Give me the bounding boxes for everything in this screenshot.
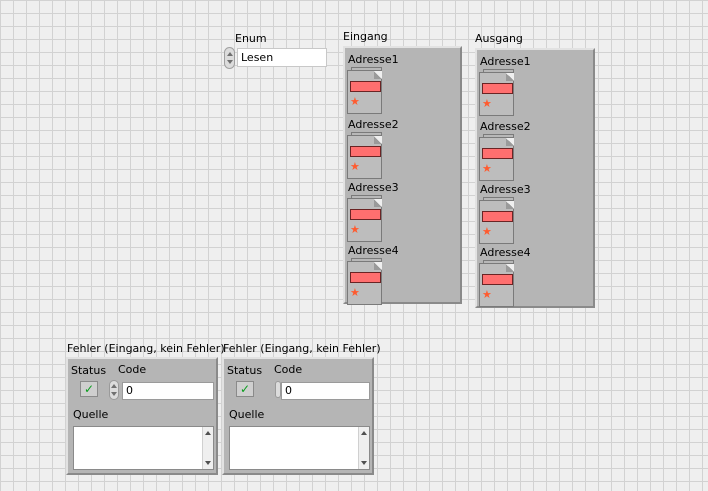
eingang-adresse4-array[interactable]: ★	[347, 258, 383, 306]
error-cluster-1-label: Fehler (Eingang, kein Fehler)	[67, 342, 225, 355]
source-scrollbar[interactable]	[202, 427, 213, 469]
source-textarea[interactable]	[73, 426, 214, 470]
ausgang-adresse2-led[interactable]	[482, 148, 513, 159]
scroll-up-icon	[361, 431, 367, 435]
eingang-adresse3-array[interactable]: ★	[347, 195, 383, 243]
code-input[interactable]: 0	[122, 382, 214, 400]
enum-increment-decrement[interactable]	[224, 47, 235, 69]
enum-selector[interactable]: Lesen	[237, 48, 327, 67]
status-checkbox[interactable]: ✓	[236, 381, 254, 397]
code-increment-decrement[interactable]	[109, 380, 119, 400]
status-checkbox[interactable]: ✓	[80, 381, 98, 397]
page-fold-icon	[506, 264, 514, 272]
arrow-down-icon	[227, 60, 233, 64]
error-cluster-2-label: Fehler (Eingang, kein Fehler)	[223, 342, 381, 355]
ausgang-adresse4-led[interactable]	[482, 274, 513, 285]
page-fold-icon	[506, 138, 514, 146]
page-fold-icon	[374, 136, 382, 144]
star-icon: ★	[482, 162, 492, 175]
eingang-adresse2-array[interactable]: ★	[347, 132, 383, 180]
code-label: Code	[118, 363, 147, 376]
page-fold-icon	[374, 71, 382, 79]
source-textarea[interactable]	[229, 426, 370, 470]
ausgang-adresse3-led[interactable]	[482, 211, 513, 222]
eingang-cluster: Adresse1 ★ Adresse2 ★ Adresse3 ★ Adresse…	[343, 46, 462, 306]
code-label: Code	[274, 363, 303, 376]
enum-label: Enum	[235, 32, 267, 45]
star-icon: ★	[482, 97, 492, 110]
arrow-up-icon	[111, 384, 117, 388]
checkmark-icon: ✓	[239, 382, 251, 396]
star-icon: ★	[482, 225, 492, 238]
eingang-adresse2-led[interactable]	[350, 146, 381, 157]
star-icon: ★	[350, 286, 360, 299]
eingang-adresse3-led[interactable]	[350, 209, 381, 220]
star-icon: ★	[350, 95, 360, 108]
ausgang-adresse3-label: Adresse3	[480, 183, 531, 196]
star-icon: ★	[350, 160, 360, 173]
status-label: Status	[227, 364, 263, 377]
ausgang-adresse4-array[interactable]: ★	[479, 260, 515, 308]
page-fold-icon	[374, 199, 382, 207]
scroll-up-icon	[205, 431, 211, 435]
eingang-adresse2-label: Adresse2	[348, 118, 399, 131]
source-scrollbar[interactable]	[358, 427, 369, 469]
eingang-adresse1-label: Adresse1	[348, 53, 399, 66]
error-cluster-2: Status ✓ Code 0 Quelle	[222, 357, 374, 475]
eingang-label: Eingang	[343, 30, 388, 43]
ausgang-adresse3-array[interactable]: ★	[479, 197, 515, 245]
star-icon: ★	[482, 288, 492, 301]
ausgang-adresse4-label: Adresse4	[480, 246, 531, 259]
source-label: Quelle	[229, 408, 265, 421]
eingang-adresse4-led[interactable]	[350, 272, 381, 283]
arrow-down-icon	[111, 392, 117, 396]
page-fold-icon	[506, 201, 514, 209]
ausgang-adresse1-array[interactable]: ★	[479, 69, 515, 117]
star-icon: ★	[350, 223, 360, 236]
source-label: Quelle	[73, 408, 109, 421]
scroll-down-icon	[205, 461, 211, 465]
eingang-adresse1-led[interactable]	[350, 81, 381, 92]
scroll-down-icon	[361, 461, 367, 465]
ausgang-adresse1-label: Adresse1	[480, 55, 531, 68]
error-cluster-1: Status ✓ Code 0 Quelle	[66, 357, 218, 475]
checkmark-icon: ✓	[83, 382, 95, 396]
eingang-adresse4-label: Adresse4	[348, 244, 399, 257]
ausgang-adresse2-label: Adresse2	[480, 120, 531, 133]
arrow-up-icon	[227, 52, 233, 56]
page-fold-icon	[374, 262, 382, 270]
ausgang-adresse2-array[interactable]: ★	[479, 134, 515, 182]
eingang-adresse3-label: Adresse3	[348, 181, 399, 194]
eingang-adresse1-array[interactable]: ★	[347, 67, 383, 115]
ausgang-adresse1-led[interactable]	[482, 83, 513, 94]
status-label: Status	[71, 364, 107, 377]
ausgang-cluster: Adresse1 ★ Adresse2 ★ Adresse3 ★ Adresse…	[475, 48, 595, 308]
ausgang-label: Ausgang	[475, 32, 523, 45]
page-fold-icon	[506, 73, 514, 81]
code-input[interactable]: 0	[281, 382, 370, 400]
